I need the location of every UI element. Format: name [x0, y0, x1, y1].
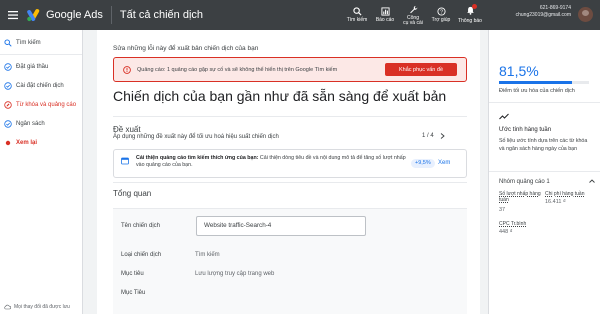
optimization-score-bar	[499, 81, 589, 84]
search-tool-button[interactable]: Tìm kiếm	[343, 0, 371, 30]
dot-icon	[4, 139, 12, 147]
sidebar-item-keywords-ads[interactable]: Từ khóa và quảng cáo	[0, 95, 82, 114]
uplift-badge: +9,5%	[411, 159, 435, 168]
avatar[interactable]	[578, 7, 593, 22]
ad-icon	[121, 157, 129, 165]
weekly-cost-value: 16.411 ₫	[545, 199, 566, 205]
sidebar-item-label: Từ khóa và quảng cáo	[16, 101, 77, 108]
view-suggestion-link[interactable]: Xem	[438, 159, 450, 168]
search-icon	[352, 7, 362, 16]
error-banner: Quảng cáo: 1 quảng cáo gặp sự cố và sẽ k…	[113, 57, 467, 82]
app-name: Google Ads	[46, 9, 103, 21]
sidebar-item-label: Đặt giá thầu	[16, 63, 49, 70]
weekly-cost-label: Chi phí hàng tuần	[545, 191, 585, 197]
cloud-check-icon	[4, 304, 11, 310]
tool-label: Báo cáo	[375, 17, 395, 23]
campaign-type-value: Tìm kiếm	[195, 252, 220, 258]
suggestion-title: Cải thiện quảng cáo tìm kiếm thích ứng c…	[136, 155, 259, 161]
save-status: Mọi thay đổi đã được lưu	[4, 304, 70, 310]
avg-cpc-label: CPC Tr.bình	[499, 221, 527, 227]
campaign-type-label: Loại chiến dịch	[121, 252, 162, 258]
save-status-text: Mọi thay đổi đã được lưu	[14, 304, 70, 310]
sidebar-item-review[interactable]: Xem lại	[0, 133, 82, 152]
sidebar-item-bidding[interactable]: Đặt giá thầu	[0, 57, 82, 76]
goal-label: Mục tiêu	[121, 271, 144, 277]
svg-text:?: ?	[440, 10, 443, 16]
google-ads-logo[interactable]: Google Ads	[26, 8, 103, 22]
notifications-tool-button[interactable]: Thông báo	[455, 0, 485, 30]
trend-icon	[499, 113, 509, 120]
pager-count: 1 / 4	[422, 133, 434, 139]
error-icon	[123, 65, 131, 74]
section-divider	[113, 116, 467, 117]
edit-icon	[4, 100, 12, 109]
campaign-name-label: Tên chiến dịch	[121, 223, 161, 229]
sidebar-item-campaign-settings[interactable]: Cài đặt chiến dịch	[0, 76, 82, 95]
suggestions-title: Đề xuất	[113, 125, 141, 134]
fix-issue-button[interactable]: Khắc phục vấn đề	[385, 63, 457, 76]
top-app-bar: Google Ads Tất cả chiến dịch Tìm kiếm Bá…	[0, 0, 600, 30]
campaign-name-input[interactable]: Website traffic-Search-4	[196, 216, 366, 236]
help-tool-button[interactable]: ? Trợ giúp	[427, 0, 455, 30]
tool-label: Tìm kiếm	[346, 17, 368, 23]
wrench-icon	[409, 5, 417, 13]
check-circle-icon	[4, 81, 12, 90]
suggestions-subtitle: Áp dụng những đề xuất này để tối ưu hoá …	[113, 134, 279, 140]
weekly-estimate-title: Ước tính hàng tuần	[499, 127, 552, 133]
header-tools: Tìm kiếm Báo cáo Công cụ và cài ? Trợ gi…	[343, 0, 485, 30]
optimization-score[interactable]: 81,5%	[499, 63, 539, 79]
account-email: chung23019@gmail.com	[515, 12, 571, 18]
campaign-steps-sidebar: Tìm kiếm Đặt giá thầu Cài đặt chiến dịch…	[0, 30, 83, 314]
tool-label: Trợ giúp	[431, 17, 451, 23]
notification-badge	[466, 4, 477, 19]
panel-divider	[489, 102, 600, 103]
weekly-clicks-label: Số lượt nhấp hàng tuần	[499, 191, 541, 203]
sidebar-divider	[0, 54, 82, 55]
google-ads-logo-icon	[27, 9, 40, 22]
help-icon: ?	[436, 7, 446, 16]
tool-label-line2: cụ và cài	[403, 19, 423, 26]
weekly-clicks-value: 37	[499, 207, 506, 213]
optimization-score-label: Điểm tối ưu hóa của chiến dịch	[499, 88, 575, 94]
optimization-score-fill	[499, 81, 573, 84]
account-info[interactable]: 621-869-9174 chung23019@gmail.com	[511, 5, 571, 19]
goal-value: Lưu lượng truy cập trang web	[195, 271, 275, 277]
chevron-right-icon[interactable]	[440, 133, 445, 139]
right-insights-panel: 81,5% Điểm tối ưu hóa của chiến dịch Ước…	[488, 30, 600, 314]
main-review-panel: Sửa những lỗi này để xuất bản chiến dịch…	[97, 30, 480, 314]
error-message: Quảng cáo: 1 quảng cáo gặp sự cố và sẽ k…	[137, 66, 338, 73]
sidebar-item-label: Ngân sách	[16, 120, 45, 127]
reports-tool-button[interactable]: Báo cáo	[371, 0, 399, 30]
notification-dot	[471, 4, 477, 9]
weekly-estimate-desc: Số liệu ước tính dựa trên các từ khóa và…	[499, 138, 588, 152]
tools-settings-button[interactable]: Công cụ và cài	[399, 0, 427, 30]
suggestion-text: Cải thiện quảng cáo tìm kiếm thích ứng c…	[136, 155, 406, 169]
sidebar-item-search[interactable]: Tìm kiếm	[0, 33, 82, 52]
page-title: Tất cả chiến dịch	[119, 9, 204, 21]
goal-label-2: Mục Tiêu	[121, 290, 146, 296]
sidebar-item-label: Xem lại	[16, 139, 38, 146]
sidebar-item-label: Tìm kiếm	[16, 39, 41, 46]
sidebar-item-label: Cài đặt chiến dịch	[16, 82, 64, 89]
account-id: 621-869-9174	[539, 5, 571, 11]
tool-label: Thông báo	[458, 18, 482, 24]
chevron-up-icon[interactable]	[588, 177, 596, 185]
overview-title: Tổng quan	[113, 189, 152, 198]
section-divider	[113, 182, 467, 183]
check-circle-icon	[4, 62, 12, 71]
menu-icon[interactable]	[0, 0, 26, 30]
error-section-title: Sửa những lỗi này để xuất bản chiến dịch…	[113, 45, 259, 52]
suggestions-pager: 1 / 4	[422, 133, 445, 139]
suggestion-card: Cải thiện quảng cáo tìm kiếm thích ứng c…	[113, 149, 467, 178]
ad-group-title: Nhóm quảng cáo 1	[499, 179, 550, 185]
avg-cpc-value: 448 ₫	[499, 229, 513, 235]
overview-form: Tên chiến dịch Website traffic-Search-4 …	[113, 208, 467, 314]
panel-divider	[489, 171, 600, 172]
search-icon	[4, 38, 12, 47]
bar-chart-icon	[380, 7, 390, 16]
sidebar-item-budget[interactable]: Ngân sách	[0, 114, 82, 133]
check-circle-icon	[4, 119, 12, 128]
header-divider	[110, 6, 112, 24]
page-heading: Chiến dịch của bạn gần như đã sẵn sàng đ…	[113, 88, 447, 104]
